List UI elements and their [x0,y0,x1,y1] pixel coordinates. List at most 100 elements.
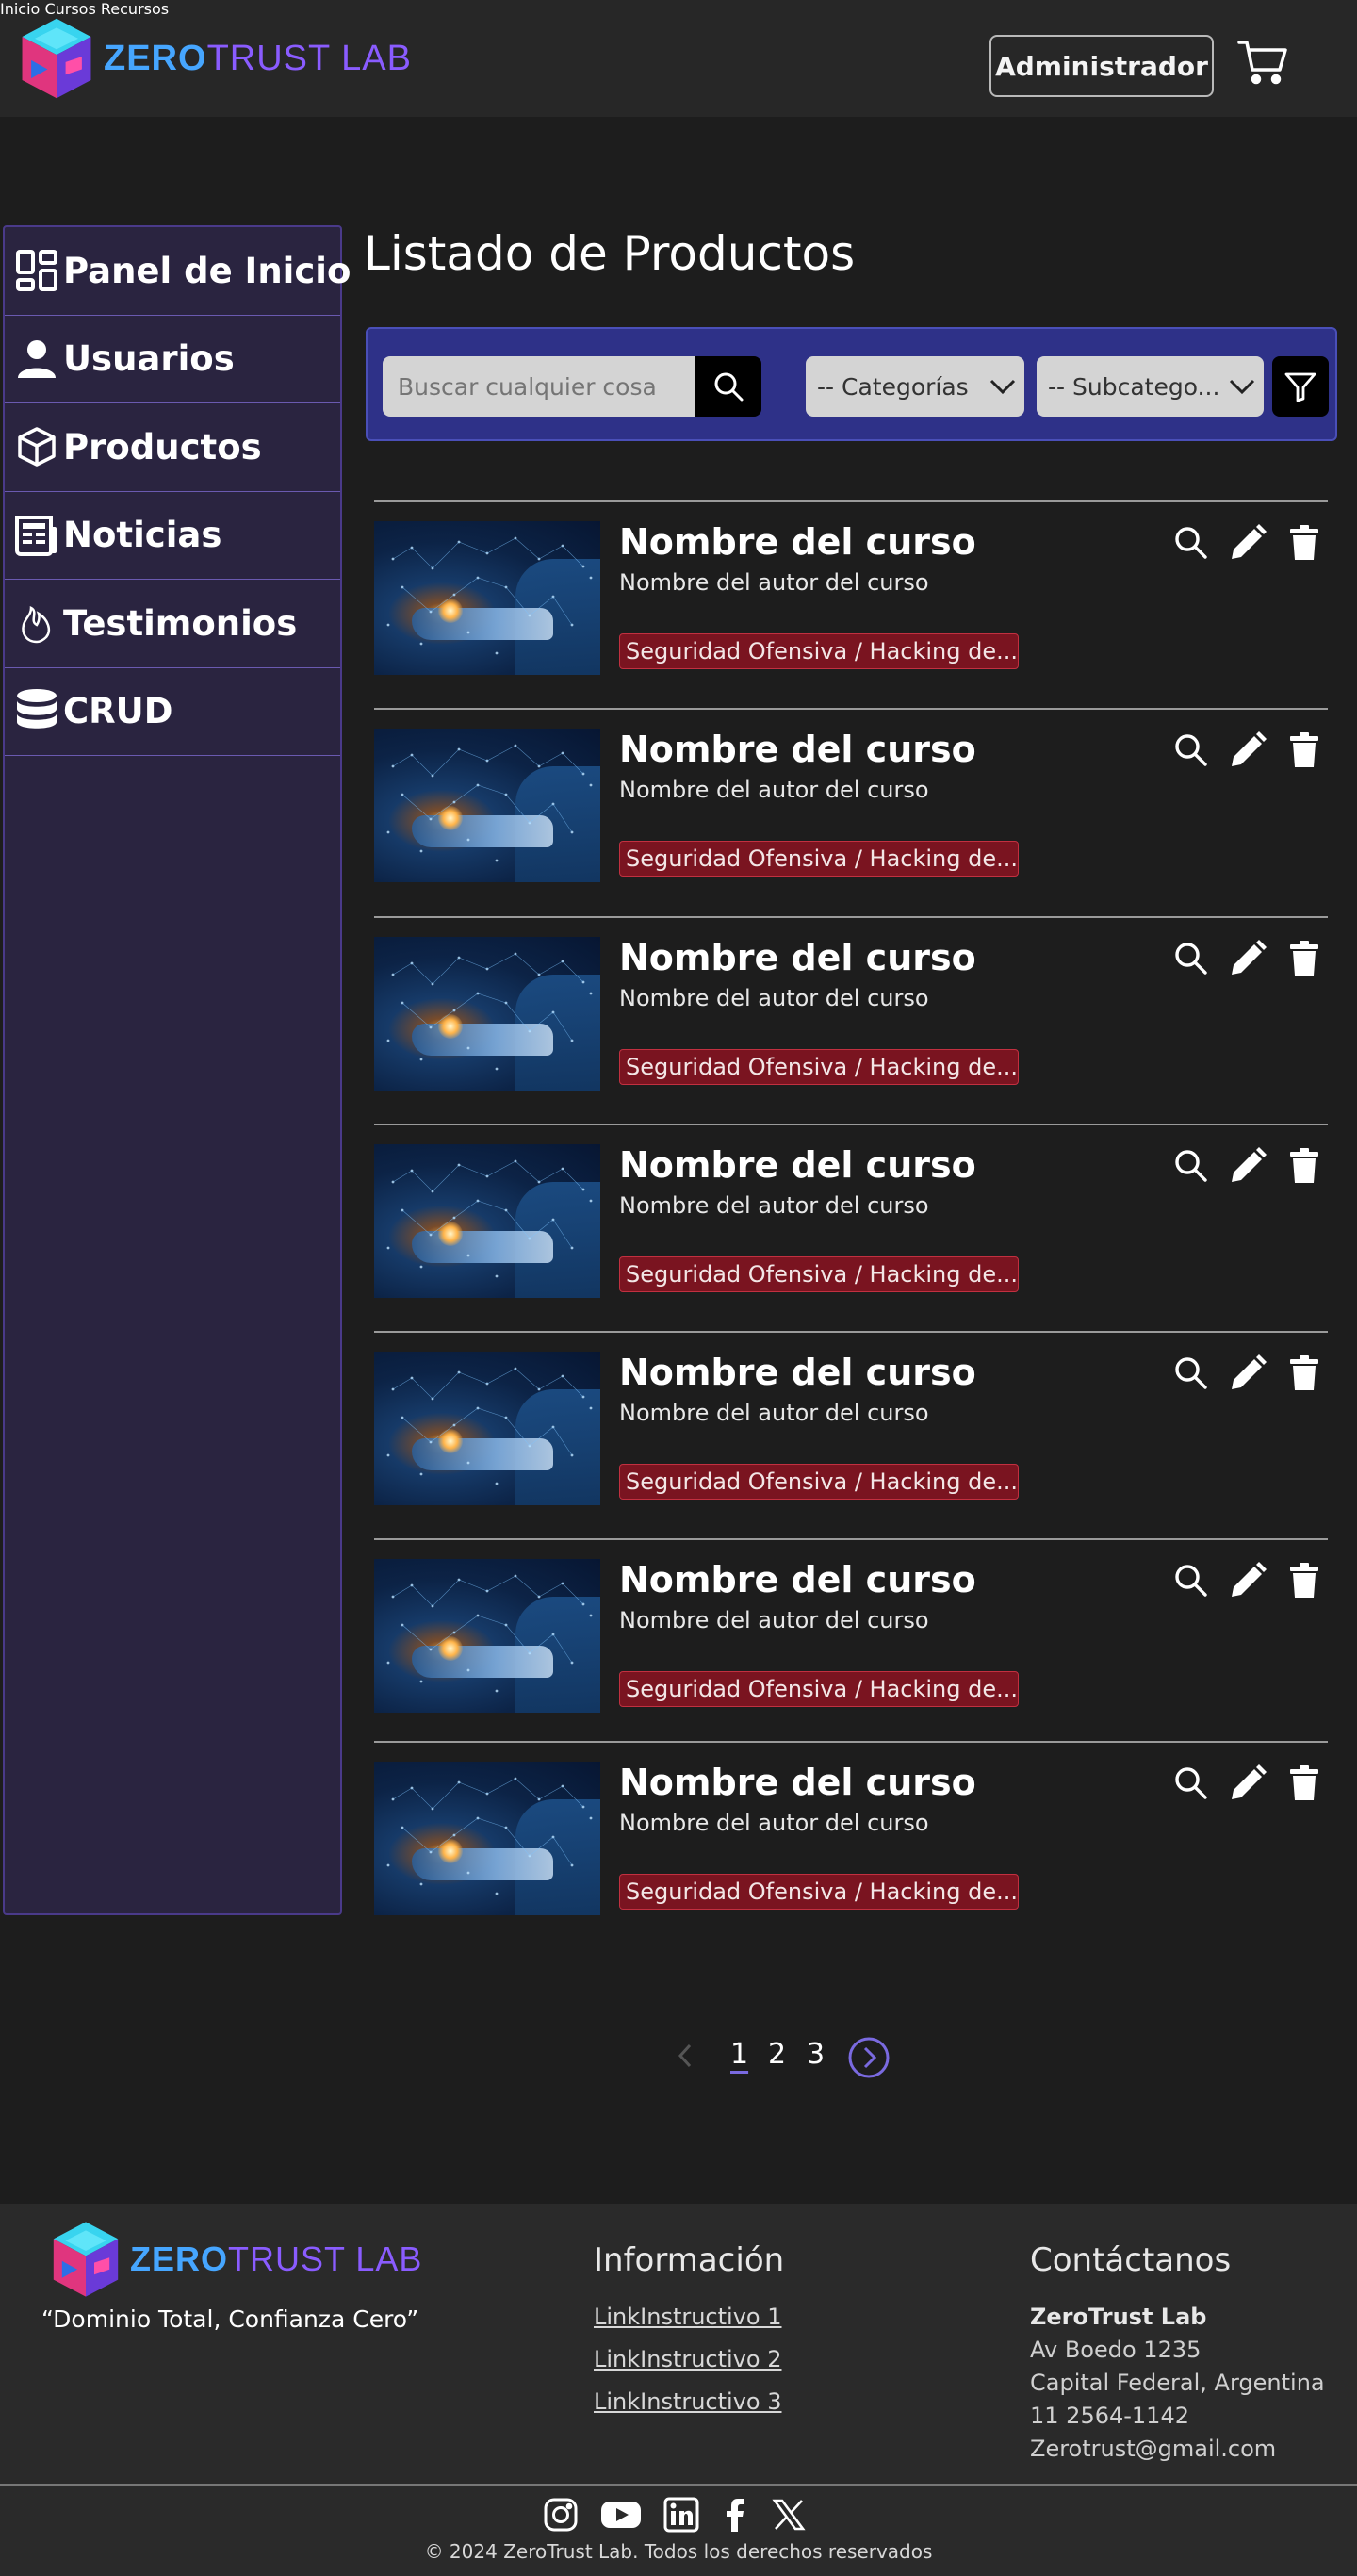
pagination: 1 2 3 [0,2034,1357,2079]
product-category-tag: Seguridad Ofensiva / Hacking de... [619,1874,1019,1910]
filter-bar: -- Categorías -- Subcatego... [366,327,1337,441]
footer-link-1[interactable]: LinkInstructivo 1 [594,2304,782,2330]
database-icon [14,688,59,734]
sidebar-item-productos[interactable]: Productos [5,403,340,492]
page-1[interactable]: 1 [730,2038,748,2071]
flame-icon [14,600,59,646]
filter-icon [1284,372,1316,402]
site-footer: ZEROTRUST LAB “Dominio Total, Confianza … [0,2204,1357,2576]
x-icon[interactable] [770,2496,808,2534]
brand-zero: ZERO [130,2240,229,2278]
linkedin-icon[interactable] [662,2496,700,2534]
view-icon[interactable] [1171,1764,1211,1803]
product-thumbnail[interactable] [374,1352,600,1505]
search-input[interactable] [383,356,695,417]
sidebar-item-label: Productos [63,426,262,468]
category-select[interactable]: -- Categorías [806,356,1024,417]
logo-cube-icon [22,18,91,99]
brand-logo[interactable]: ZEROTRUST LAB [11,13,412,104]
subcategory-select-value: -- Subcatego... [1048,372,1220,401]
edit-icon[interactable] [1228,1561,1267,1600]
product-thumbnail[interactable] [374,1762,600,1915]
contact-phone: 11 2564-1142 [1030,2403,1189,2429]
cart-icon[interactable] [1236,38,1289,87]
delete-icon[interactable] [1284,730,1324,770]
sidebar-item-testimonios[interactable]: Testimonios [5,580,340,668]
delete-icon[interactable] [1284,1354,1324,1393]
product-row: Nombre del curso Nombre del autor del cur… [374,1124,1328,1331]
delete-icon[interactable] [1284,1146,1324,1186]
instagram-icon[interactable] [542,2496,580,2534]
sidebar-item-label: Testimonios [63,602,298,644]
filter-button[interactable] [1272,356,1329,417]
view-icon[interactable] [1171,730,1211,770]
dashboard-icon [14,248,59,293]
product-thumbnail[interactable] [374,1559,600,1713]
product-title[interactable]: Nombre del curso [619,1144,976,1186]
product-title[interactable]: Nombre del curso [619,1559,976,1600]
search-button[interactable] [695,356,761,417]
edit-icon[interactable] [1228,523,1267,563]
sidebar-item-label: Usuarios [63,338,235,380]
edit-icon[interactable] [1228,1354,1267,1393]
contact-city: Capital Federal, Argentina [1030,2370,1325,2396]
facebook-icon[interactable] [716,2496,754,2534]
page-3[interactable]: 3 [807,2038,825,2071]
view-icon[interactable] [1171,939,1211,978]
youtube-icon[interactable] [599,2496,643,2534]
view-icon[interactable] [1171,1354,1211,1393]
footer-logo[interactable]: ZEROTRUST LAB [43,2217,422,2302]
product-thumbnail[interactable] [374,521,600,675]
site-header: ZEROTRUST LAB Inicio Cursos Recursos Adm… [0,0,1357,117]
chevron-right-icon[interactable] [847,2036,891,2079]
chevron-down-icon [989,379,1016,395]
chevron-left-icon[interactable] [675,2042,695,2070]
product-thumbnail[interactable] [374,729,600,882]
product-title[interactable]: Nombre del curso [619,937,976,978]
product-title[interactable]: Nombre del curso [619,1352,976,1393]
product-title[interactable]: Nombre del curso [619,1762,976,1803]
product-category-tag: Seguridad Ofensiva / Hacking de... [619,1049,1019,1085]
product-row: Nombre del curso Nombre del autor del cur… [374,916,1328,1124]
delete-icon[interactable] [1284,1561,1324,1600]
footer-link-2[interactable]: LinkInstructivo 2 [594,2346,782,2372]
logo-cube-icon [53,2222,119,2297]
sidebar-item-noticias[interactable]: Noticias [5,492,340,580]
sidebar-item-panel-de-inicio[interactable]: Panel de Inicio [5,227,351,316]
product-thumbnail[interactable] [374,1144,600,1298]
footer-link-3[interactable]: LinkInstructivo 3 [594,2388,782,2415]
brand-trust-lab: TRUST LAB [206,38,412,78]
product-title[interactable]: Nombre del curso [619,521,976,563]
product-row: Nombre del curso Nombre del autor del cur… [374,1741,1328,1948]
user-icon [14,336,59,382]
edit-icon[interactable] [1228,730,1267,770]
footer-info-title: Información [594,2241,785,2279]
delete-icon[interactable] [1284,939,1324,978]
product-thumbnail[interactable] [374,937,600,1091]
brand-trust-lab: TRUST LAB [228,2240,423,2278]
edit-icon[interactable] [1228,1146,1267,1186]
sidebar-item-usuarios[interactable]: Usuarios [5,316,340,403]
delete-icon[interactable] [1284,523,1324,563]
sidebar-item-crud[interactable]: CRUD [5,668,340,756]
product-author: Nombre del autor del curso [619,1400,929,1426]
footer-slogan: “Dominio Total, Confianza Cero” [41,2305,419,2333]
subcategory-select[interactable]: -- Subcatego... [1037,356,1264,417]
edit-icon[interactable] [1228,1764,1267,1803]
admin-sidebar: Panel de Inicio Usuarios Productos Notic… [3,225,351,1915]
view-icon[interactable] [1171,1561,1211,1600]
admin-button[interactable]: Administrador [989,35,1214,97]
sidebar-item-label: Noticias [63,515,222,556]
brand-zero: ZERO [104,38,207,78]
product-author: Nombre del autor del curso [619,777,929,803]
brand-wordmark: ZEROTRUST LAB [104,39,412,79]
view-icon[interactable] [1171,523,1211,563]
product-category-tag: Seguridad Ofensiva / Hacking de... [619,633,1019,669]
view-icon[interactable] [1171,1146,1211,1186]
page-2[interactable]: 2 [768,2038,786,2071]
product-title[interactable]: Nombre del curso [619,729,976,770]
search-icon [714,372,744,402]
delete-icon[interactable] [1284,1764,1324,1803]
footer-brand-wordmark: ZEROTRUST LAB [130,2240,422,2279]
edit-icon[interactable] [1228,939,1267,978]
